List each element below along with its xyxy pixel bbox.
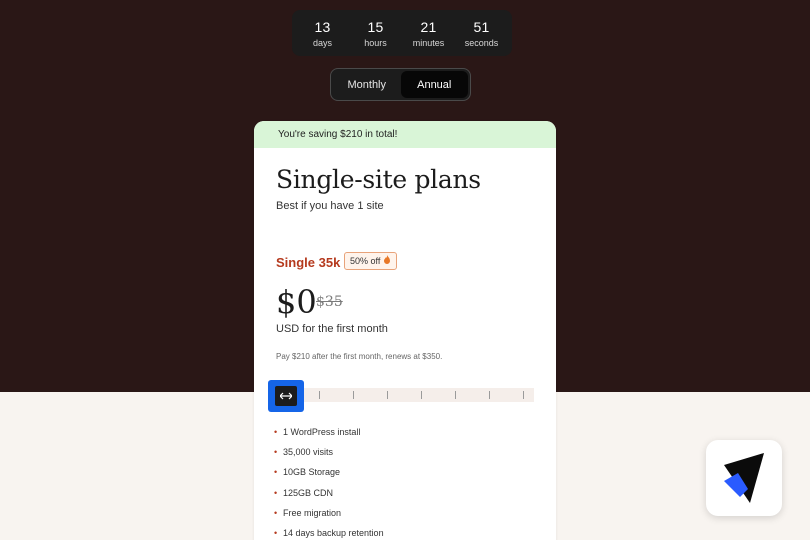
bullet-icon: • — [274, 487, 278, 498]
plan-title: Single-site plans — [276, 165, 481, 194]
countdown-seconds-value: 51 — [473, 18, 490, 35]
countdown-hours-label: hours — [364, 37, 387, 48]
renewal-note: Pay $210 after the first month, renews a… — [276, 352, 443, 361]
fire-icon — [383, 255, 391, 267]
slider-tick — [353, 391, 354, 399]
plan-card: You're saving $210 in total! Single-site… — [254, 121, 556, 540]
feature-item: • 1 WordPress install — [274, 427, 361, 438]
discount-badge: 50% off — [344, 252, 398, 270]
slider-tick — [455, 391, 456, 399]
slider-tick — [489, 391, 490, 399]
countdown-hours-value: 15 — [367, 18, 384, 35]
slider-tick — [421, 391, 422, 399]
feature-list: • 1 WordPress install • 35,000 visits • 10G… — [274, 422, 384, 540]
countdown-days: 13 days — [297, 19, 349, 48]
plan-name: Single 35k — [276, 255, 341, 270]
countdown-minutes-value: 21 — [420, 18, 437, 35]
app-logo-icon[interactable] — [706, 440, 782, 516]
original-price: $35 — [316, 294, 343, 310]
slider-tick — [523, 391, 524, 399]
bullet-icon: • — [274, 447, 278, 458]
feature-item: • 35,000 visits — [274, 447, 334, 458]
savings-banner: You're saving $210 in total! — [254, 121, 556, 148]
feature-item: • 14 days backup retention — [274, 528, 384, 539]
feature-item: • Free migration — [274, 507, 342, 518]
countdown-days-label: days — [312, 37, 332, 48]
slider-handle-highlight — [268, 380, 304, 412]
feature-item: • 10GB Storage — [274, 467, 341, 478]
countdown-seconds: 51 seconds — [456, 19, 508, 48]
billing-annual-option[interactable]: Annual — [400, 71, 468, 98]
countdown-hours: 15 hours — [350, 19, 402, 48]
horizontal-arrows-icon[interactable] — [275, 386, 297, 406]
slider-tick — [387, 391, 388, 399]
discount-badge-label: 50% off — [350, 256, 381, 266]
countdown-seconds-label: seconds — [464, 37, 499, 48]
countdown-minutes: 21 minutes — [403, 19, 455, 48]
countdown-minutes-label: minutes — [412, 37, 445, 48]
billing-monthly-option[interactable]: Monthly — [333, 71, 401, 98]
price-note: USD for the first month — [276, 323, 388, 335]
slider-tick — [319, 391, 320, 399]
bullet-icon: • — [274, 528, 278, 539]
bullet-icon: • — [274, 507, 278, 518]
current-price: $0 — [276, 283, 317, 321]
bullet-icon: • — [274, 467, 278, 478]
countdown-days-value: 13 — [314, 18, 331, 35]
plan-subtitle: Best if you have 1 site — [276, 200, 384, 212]
countdown-timer: 13 days 15 hours 21 minutes 51 seconds — [292, 10, 512, 56]
feature-item: • 125GB CDN — [274, 487, 334, 498]
bullet-icon: • — [274, 427, 278, 438]
billing-toggle: Monthly Annual — [330, 68, 471, 101]
plan-slider-track[interactable] — [298, 388, 534, 402]
